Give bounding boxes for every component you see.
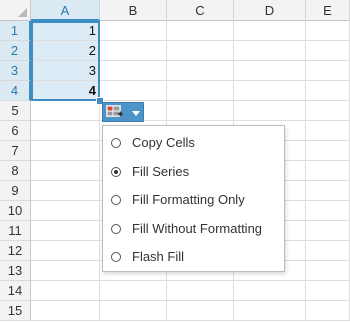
cell-c4[interactable] [167, 81, 234, 101]
cell-d4[interactable] [234, 81, 306, 101]
radio-unchecked-icon[interactable] [111, 138, 121, 148]
row-header-14[interactable]: 14 [0, 281, 31, 301]
row-header-1[interactable]: 1 [0, 21, 31, 41]
cell-a8[interactable] [31, 161, 100, 181]
menu-item-copy-cells[interactable]: Copy Cells [103, 129, 284, 157]
cell-b15[interactable] [100, 301, 167, 321]
row-header-3[interactable]: 3 [0, 61, 31, 81]
row-header-15[interactable]: 15 [0, 301, 31, 321]
row-header-6[interactable]: 6 [0, 121, 31, 141]
autofill-options-menu: Copy Cells Fill Series Fill Formatting Onl… [102, 125, 285, 272]
menu-item-fill-without-formatting[interactable]: Fill Without Formatting [103, 215, 284, 243]
column-header-e[interactable]: E [306, 0, 350, 21]
cell-c5[interactable] [167, 101, 234, 121]
cell-e10[interactable] [306, 201, 350, 221]
cell-e2[interactable] [306, 41, 350, 61]
row-header-12[interactable]: 12 [0, 241, 31, 261]
menu-item-label: Copy Cells [132, 135, 195, 150]
radio-unchecked-icon[interactable] [111, 252, 121, 263]
cell-a5[interactable] [31, 101, 100, 121]
cell-b2[interactable] [100, 41, 167, 61]
cell-d5[interactable] [234, 101, 306, 121]
cell-e1[interactable] [306, 21, 350, 41]
cell-d14[interactable] [234, 281, 306, 301]
radio-unchecked-icon[interactable] [111, 195, 121, 206]
menu-item-flash-fill[interactable]: Flash Fill [103, 243, 284, 271]
row-header-13[interactable]: 13 [0, 261, 31, 281]
cell-e11[interactable] [306, 221, 350, 241]
cell-e9[interactable] [306, 181, 350, 201]
row-header-10[interactable]: 10 [0, 201, 31, 221]
column-header-a[interactable]: A [31, 0, 100, 21]
row-header-4[interactable]: 4 [0, 81, 31, 101]
select-all-triangle-icon [18, 8, 27, 17]
cell-a1[interactable]: 1 [31, 21, 100, 41]
column-header-c[interactable]: C [167, 0, 234, 21]
row-header-11[interactable]: 11 [0, 221, 31, 241]
cell-b1[interactable] [100, 21, 167, 41]
row-header-5[interactable]: 5 [0, 101, 31, 121]
cell-a3[interactable]: 3 [31, 61, 100, 81]
cell-e14[interactable] [306, 281, 350, 301]
row-header-9[interactable]: 9 [0, 181, 31, 201]
cell-a4[interactable]: 4 [31, 81, 100, 101]
cell-c3[interactable] [167, 61, 234, 81]
menu-item-fill-formatting-only[interactable]: Fill Formatting Only [103, 186, 284, 214]
cell-c15[interactable] [167, 301, 234, 321]
cell-e15[interactable] [306, 301, 350, 321]
cell-c14[interactable] [167, 281, 234, 301]
cell-c1[interactable] [167, 21, 234, 41]
cell-e6[interactable] [306, 121, 350, 141]
cell-e12[interactable] [306, 241, 350, 261]
cell-e13[interactable] [306, 261, 350, 281]
cell-a12[interactable] [31, 241, 100, 261]
autofill-options-button[interactable] [102, 102, 144, 122]
cell-a10[interactable] [31, 201, 100, 221]
radio-checked-icon[interactable] [111, 166, 121, 177]
menu-item-label: Fill Without Formatting [132, 220, 263, 236]
cell-d1[interactable] [234, 21, 306, 41]
cell-c2[interactable] [167, 41, 234, 61]
cell-e8[interactable] [306, 161, 350, 181]
cell-b4[interactable] [100, 81, 167, 101]
cell-a11[interactable] [31, 221, 100, 241]
cell-a7[interactable] [31, 141, 100, 161]
row-header-7[interactable]: 7 [0, 141, 31, 161]
cell-d2[interactable] [234, 41, 306, 61]
cell-a2[interactable]: 2 [31, 41, 100, 61]
cell-a14[interactable] [31, 281, 100, 301]
column-header-b[interactable]: B [100, 0, 167, 21]
cell-e5[interactable] [306, 101, 350, 121]
menu-item-label: Fill Formatting Only [132, 192, 245, 208]
cell-a9[interactable] [31, 181, 100, 201]
cell-b3[interactable] [100, 61, 167, 81]
menu-item-label: Flash Fill [132, 249, 185, 265]
cell-e7[interactable] [306, 141, 350, 161]
cell-a13[interactable] [31, 261, 100, 281]
cell-d15[interactable] [234, 301, 306, 321]
cell-e4[interactable] [306, 81, 350, 101]
cell-d3[interactable] [234, 61, 306, 81]
menu-item-fill-series[interactable]: Fill Series [103, 158, 284, 186]
spreadsheet-grid: ABCDE 1 2 3 4 5 6 7 8 9 10 11 12 13 14 15 1234 Copy Ce… [0, 0, 350, 322]
select-all-corner[interactable] [0, 0, 31, 21]
chevron-down-icon [132, 111, 140, 116]
cell-a6[interactable] [31, 121, 100, 141]
cell-a15[interactable] [31, 301, 100, 321]
autofill-options-icon [106, 105, 124, 123]
cell-b14[interactable] [100, 281, 167, 301]
radio-unchecked-icon[interactable] [111, 223, 121, 234]
menu-item-label: Fill Series [132, 163, 190, 179]
cell-e3[interactable] [306, 61, 350, 81]
row-header-2[interactable]: 2 [0, 41, 31, 61]
row-header-8[interactable]: 8 [0, 161, 31, 181]
column-header-d[interactable]: D [234, 0, 306, 21]
